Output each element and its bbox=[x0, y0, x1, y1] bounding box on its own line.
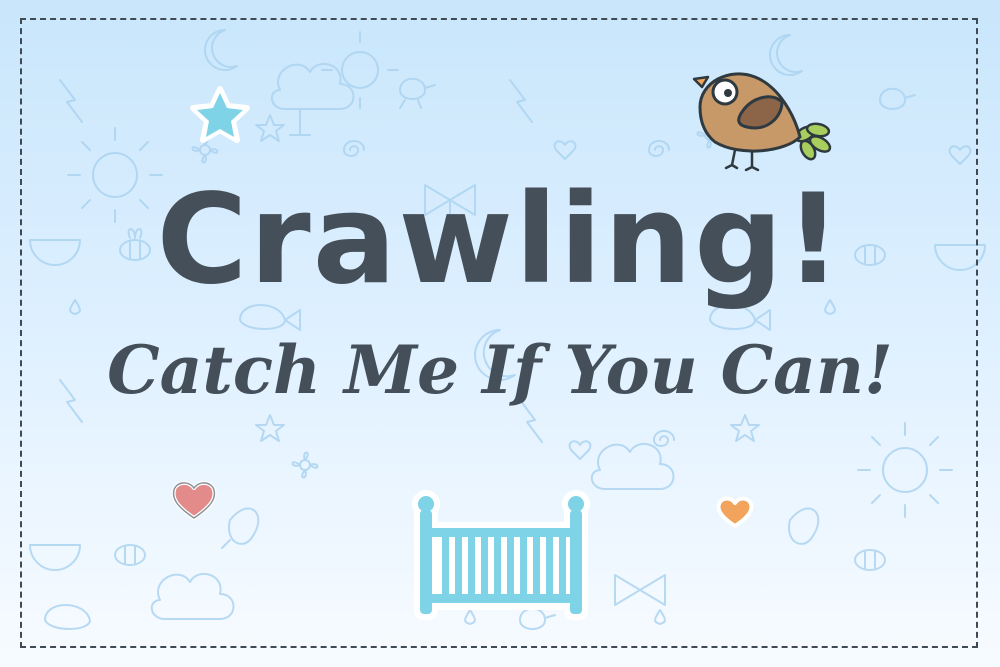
orange-heart-icon bbox=[716, 496, 754, 528]
pink-heart-icon bbox=[171, 481, 217, 520]
page-title: Crawling! bbox=[156, 168, 844, 312]
bird-icon bbox=[692, 72, 832, 172]
star-icon bbox=[190, 86, 250, 143]
page-subtitle: Catch Me If You Can! bbox=[107, 331, 893, 409]
crib-icon bbox=[412, 490, 590, 620]
